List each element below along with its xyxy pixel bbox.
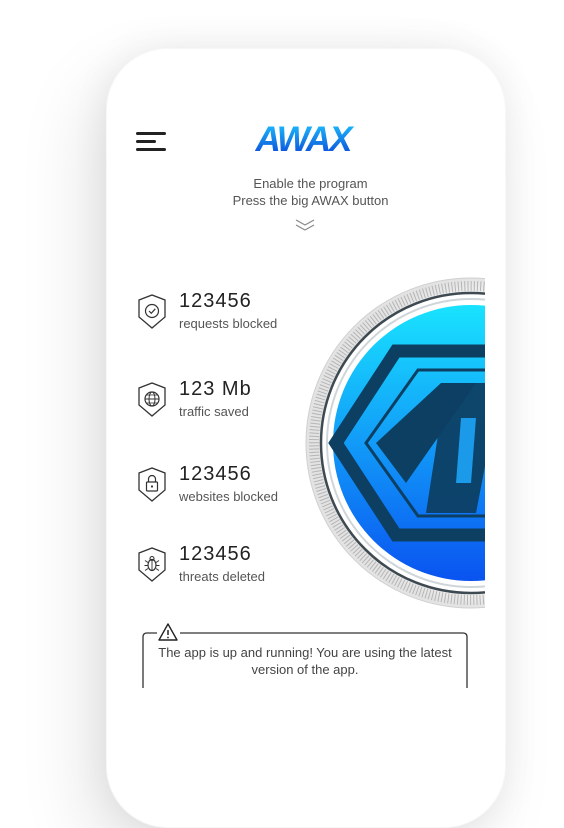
stat-value: 123456 bbox=[179, 543, 252, 565]
app-screen: AWAX Enable the program Press the big AW… bbox=[136, 88, 485, 758]
stat-value: 123456 bbox=[179, 290, 252, 312]
shield-check-icon bbox=[138, 294, 166, 329]
hamburger-menu-icon[interactable] bbox=[136, 132, 168, 152]
stat-value: 123 Mb bbox=[179, 378, 252, 400]
stat-label: traffic saved bbox=[179, 404, 249, 419]
stat-requests-blocked: 123456 requests blocked bbox=[136, 290, 316, 353]
instruction-line-2: Press the big AWAX button bbox=[232, 193, 389, 208]
notice-text: The app is up and running! You are using… bbox=[158, 645, 452, 677]
shield-bug-icon bbox=[138, 547, 166, 582]
stat-websites-blocked: 123456 websites blocked bbox=[136, 463, 316, 526]
awax-logo: AWAX bbox=[254, 120, 357, 158]
shield-lock-icon bbox=[138, 467, 166, 502]
awax-power-button[interactable] bbox=[296, 273, 485, 613]
stat-value: 123456 bbox=[179, 463, 252, 485]
logo-text: AWAX bbox=[254, 120, 355, 158]
stat-label: threats deleted bbox=[179, 569, 266, 584]
chevron-down-icon bbox=[295, 219, 315, 231]
status-notice: The app is up and running! You are using… bbox=[142, 623, 468, 690]
instruction-line-1: Enable the program bbox=[253, 176, 368, 191]
warning-icon bbox=[158, 623, 178, 641]
stat-label: websites blocked bbox=[179, 489, 278, 504]
stat-threats-deleted: 123456 threats deleted bbox=[136, 543, 316, 606]
stat-traffic-saved: 123 Mb traffic saved bbox=[136, 378, 316, 441]
shield-globe-icon bbox=[138, 382, 166, 417]
stat-label: requests blocked bbox=[179, 316, 278, 331]
